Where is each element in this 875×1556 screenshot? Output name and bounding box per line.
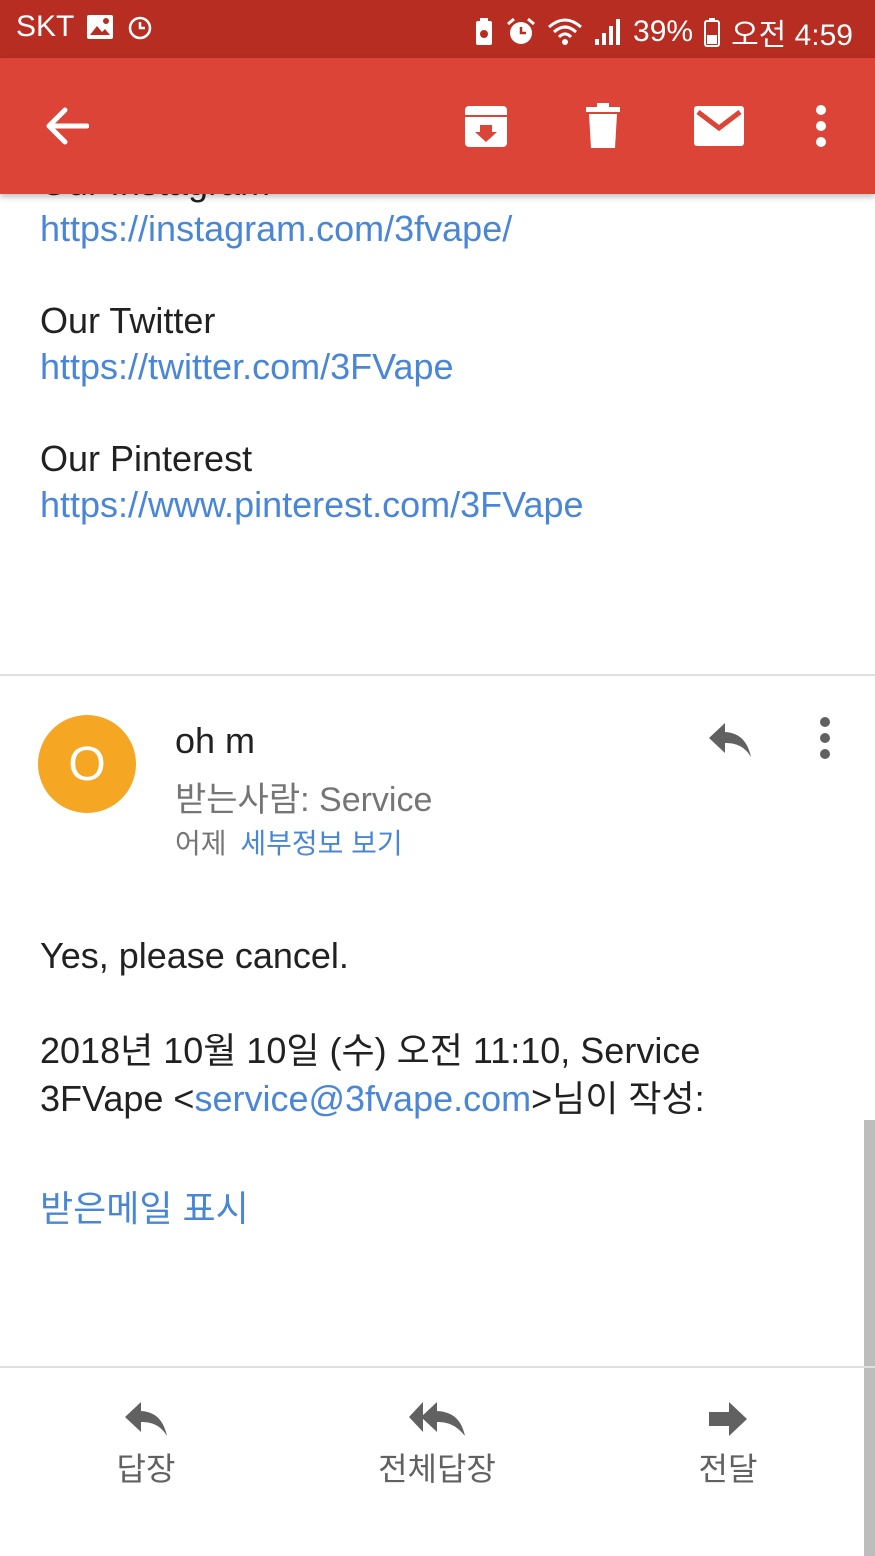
sender-name: oh m	[175, 720, 256, 761]
quote-attribution: 2018년 10월 10일 (수) 오전 11:10, Service 3FVa…	[40, 1027, 830, 1123]
quote-suffix: >님이 작성:	[531, 1078, 705, 1119]
more-vert-icon	[816, 105, 826, 147]
quote-email-link[interactable]: service@3fvape.com	[194, 1078, 531, 1119]
clock-time: 오전 4:59	[731, 19, 853, 52]
delete-icon	[586, 103, 620, 148]
app-bar	[0, 58, 875, 194]
twitter-section: Our Twitter https://twitter.com/3FVape	[40, 298, 840, 390]
date-line: 어제 세부정보 보기	[175, 822, 403, 862]
archive-button[interactable]	[441, 58, 531, 194]
message-more-button[interactable]	[800, 708, 850, 768]
reply-icon	[125, 1402, 167, 1436]
more-options-button[interactable]	[776, 58, 866, 194]
image-icon	[86, 14, 114, 40]
alarm-clock-icon	[505, 17, 537, 47]
reply-all-label: 전체답장	[378, 1451, 496, 1487]
twitter-label: Our Twitter	[40, 300, 216, 341]
mail-icon	[694, 106, 744, 146]
reply-button[interactable]: 답장	[46, 1400, 246, 1490]
battery-saver-icon	[473, 17, 495, 47]
previous-message-body: Our Instagram https://instagram.com/3fva…	[40, 160, 840, 574]
delete-button[interactable]	[558, 58, 648, 194]
pinterest-label: Our Pinterest	[40, 438, 253, 479]
alarm-icon	[126, 13, 154, 41]
status-bar: SKT 39% 오전 4:59	[0, 0, 875, 58]
scrollbar[interactable]	[864, 1120, 875, 1556]
carrier-label: SKT	[16, 10, 75, 43]
reply-icon	[709, 723, 751, 757]
more-vert-icon	[820, 717, 830, 759]
bottom-actions: 답장 전체답장 전달	[0, 1370, 864, 1556]
recipient-line: 받는사람: Service	[175, 781, 433, 819]
message-body: Yes, please cancel.	[40, 935, 349, 976]
twitter-link[interactable]: https://twitter.com/3FVape	[40, 344, 840, 390]
battery-icon	[703, 17, 721, 47]
message-divider	[0, 674, 875, 676]
sender-avatar[interactable]: O	[38, 715, 136, 813]
status-left: SKT	[16, 10, 154, 44]
view-details-link[interactable]: 세부정보 보기	[240, 828, 402, 859]
reply-label: 답장	[116, 1451, 176, 1487]
battery-percent: 39%	[633, 15, 694, 48]
show-quoted-text-link[interactable]: 받은메일 표시	[40, 1180, 249, 1232]
forward-arrow-icon	[709, 1402, 747, 1436]
reply-all-icon	[409, 1402, 465, 1436]
signal-icon	[593, 17, 623, 47]
forward-button[interactable]: 전달	[628, 1400, 828, 1490]
forward-label: 전달	[698, 1451, 758, 1487]
pinterest-section: Our Pinterest https://www.pinterest.com/…	[40, 436, 840, 528]
archive-icon	[465, 106, 507, 147]
pinterest-link[interactable]: https://www.pinterest.com/3FVape	[40, 482, 840, 528]
wifi-icon	[547, 17, 583, 47]
back-button[interactable]	[22, 58, 112, 194]
bottom-divider	[0, 1366, 875, 1368]
reply-all-button[interactable]: 전체답장	[337, 1400, 537, 1490]
reply-header-button[interactable]	[700, 710, 760, 770]
email-screen: SKT 39% 오전 4:59 https://instagram.com/3f…	[0, 0, 875, 1556]
back-arrow-icon	[46, 107, 89, 145]
mark-unread-button[interactable]	[674, 58, 764, 194]
status-right: 39% 오전 4:59	[473, 10, 853, 54]
instagram-link[interactable]: https://instagram.com/3fvape/	[40, 206, 840, 252]
message-date: 어제	[175, 828, 227, 859]
